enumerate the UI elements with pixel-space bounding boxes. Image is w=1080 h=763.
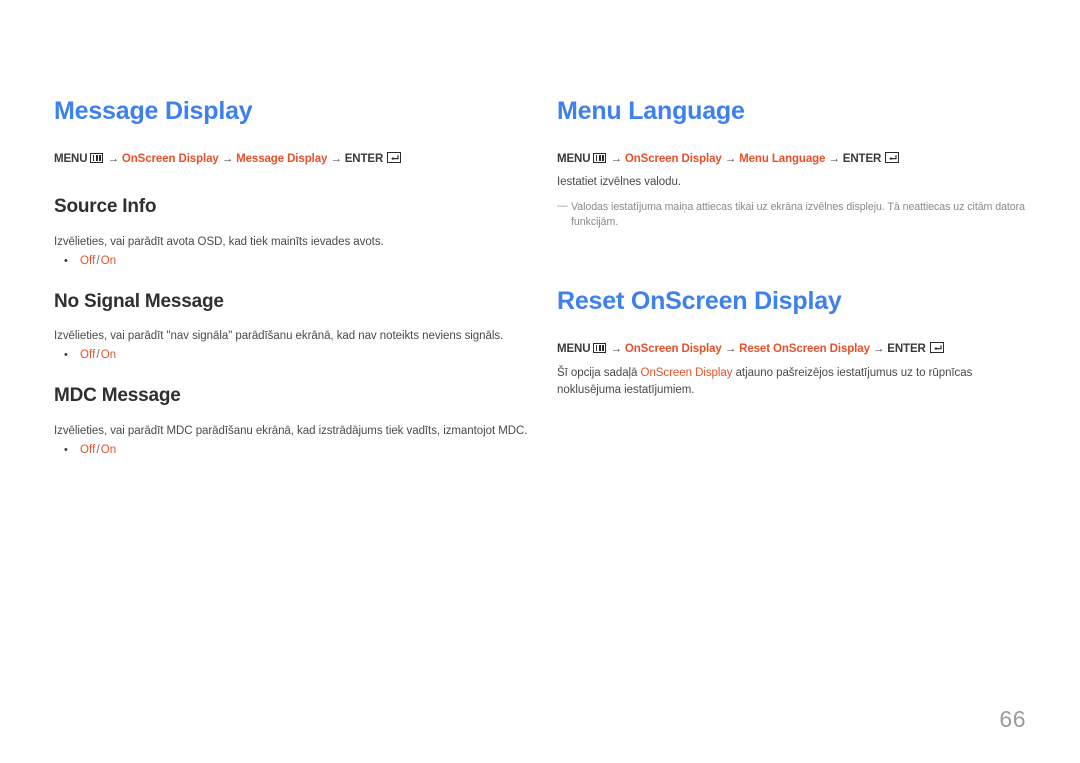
menu-icon <box>90 152 104 163</box>
section-description: Izvēlieties, vai parādīt "nav signāla" p… <box>54 330 504 343</box>
breadcrumb-arrow-icon: → <box>107 152 119 165</box>
page-title-message-display: Message Display <box>54 97 253 125</box>
manual-page: Message Display MENU → OnScreen Display → Me… <box>0 0 1080 763</box>
section-description: Izvēlieties, vai parādīt MDC parādīšanu … <box>54 424 528 437</box>
enter-icon <box>929 342 944 354</box>
section-mdc-message: MDC Message Izvēlieties, vai parādīt MDC… <box>54 385 534 459</box>
breadcrumb-segment-onscreen-display: OnScreen Display <box>624 152 722 165</box>
option-off[interactable]: Off <box>80 349 95 361</box>
breadcrumb-menu-label: MENU <box>557 152 591 165</box>
breadcrumb-reset-onscreen-display: MENU → OnScreen Display → Reset OnScreen Dis… <box>557 342 1037 358</box>
section-no-signal-message: No Signal Message Izvēlieties, vai parād… <box>54 290 534 365</box>
breadcrumb-segment-message-display: Message Display <box>236 152 328 165</box>
breadcrumb-arrow-icon: → <box>872 342 885 355</box>
breadcrumb-arrow-icon: → <box>330 152 342 165</box>
option-on[interactable]: On <box>101 255 117 267</box>
breadcrumb-menu-label: MENU <box>557 342 591 355</box>
reset-onscreen-display-description: Šī opcija sadaļā OnScreen Display atjaun… <box>557 365 1029 398</box>
breadcrumb-arrow-icon: → <box>610 342 622 355</box>
breadcrumb-message-display: MENU → OnScreen Display → Message Display → EN… <box>54 152 534 168</box>
menu-icon <box>593 152 607 163</box>
section-reset-onscreen-display: Reset OnScreen Display MENU → OnScreen Dis… <box>557 288 1037 398</box>
breadcrumb-segment-reset-onscreen-display: Reset OnScreen Display <box>739 342 870 355</box>
section-title: MDC Message <box>54 385 181 407</box>
breadcrumb-arrow-icon: → <box>724 152 737 165</box>
bullet-icon: • <box>64 443 68 456</box>
option-off[interactable]: Off <box>80 444 95 456</box>
page-number: 66 <box>999 706 1026 732</box>
note-dash-icon: ― <box>557 199 568 212</box>
option-list-item: • Off/On <box>54 442 534 459</box>
page-title-reset-onscreen-display: Reset OnScreen Display <box>557 287 842 316</box>
breadcrumb-arrow-icon: → <box>828 152 840 165</box>
description-part-pre: Šī opcija sadaļā <box>557 367 641 380</box>
left-column: Message Display MENU → OnScreen Display → Me… <box>54 97 534 459</box>
section-title: No Signal Message <box>54 290 224 312</box>
breadcrumb-segment-onscreen-display: OnScreen Display <box>121 152 219 165</box>
option-on[interactable]: On <box>101 444 117 456</box>
breadcrumb-segment-menu-language: Menu Language <box>739 152 826 165</box>
enter-icon <box>885 152 900 163</box>
option-list-item: • Off/On <box>54 347 534 364</box>
enter-icon <box>387 152 402 163</box>
breadcrumb-enter-label: ENTER <box>842 152 882 165</box>
breadcrumb-enter-label: ENTER <box>887 342 926 355</box>
note-text: Valodas iestatījuma maiņa attiecas tikai… <box>571 200 1025 229</box>
section-title: Source Info <box>54 196 157 218</box>
breadcrumb-arrow-icon: → <box>724 342 737 355</box>
section-description: Izvēlieties, vai parādīt avota OSD, kad … <box>54 235 384 248</box>
breadcrumb-menu-label: MENU <box>54 152 88 165</box>
description-accent-onscreen-display: OnScreen Display <box>640 367 733 380</box>
option-values: Off/On <box>80 253 116 270</box>
breadcrumb-enter-label: ENTER <box>344 152 384 165</box>
bullet-icon: • <box>64 254 68 267</box>
menu-language-description: Iestatiet izvēlnes valodu. <box>557 176 681 189</box>
note-menu-language: ― Valodas iestatījuma maiņa attiecas tik… <box>557 200 1037 231</box>
right-column: Menu Language MENU → OnScreen Display → Menu… <box>557 97 1037 399</box>
breadcrumb-segment-onscreen-display: OnScreen Display <box>624 342 722 355</box>
option-off[interactable]: Off <box>80 255 95 267</box>
menu-icon <box>593 342 607 353</box>
breadcrumb-arrow-icon: → <box>221 152 234 165</box>
section-menu-language: Menu Language MENU → OnScreen Display → Menu… <box>557 97 1037 231</box>
page-title-menu-language: Menu Language <box>557 97 745 125</box>
breadcrumb-menu-language: MENU → OnScreen Display → Menu Language → ENTE… <box>557 152 1037 168</box>
option-values: Off/On <box>80 442 116 459</box>
section-source-info: Source Info Izvēlieties, vai parādīt avo… <box>54 196 534 270</box>
option-values: Off/On <box>80 347 116 364</box>
bullet-icon: • <box>64 349 68 362</box>
option-on[interactable]: On <box>101 349 117 361</box>
option-list-item: • Off/On <box>54 253 534 270</box>
breadcrumb-arrow-icon: → <box>610 152 622 165</box>
